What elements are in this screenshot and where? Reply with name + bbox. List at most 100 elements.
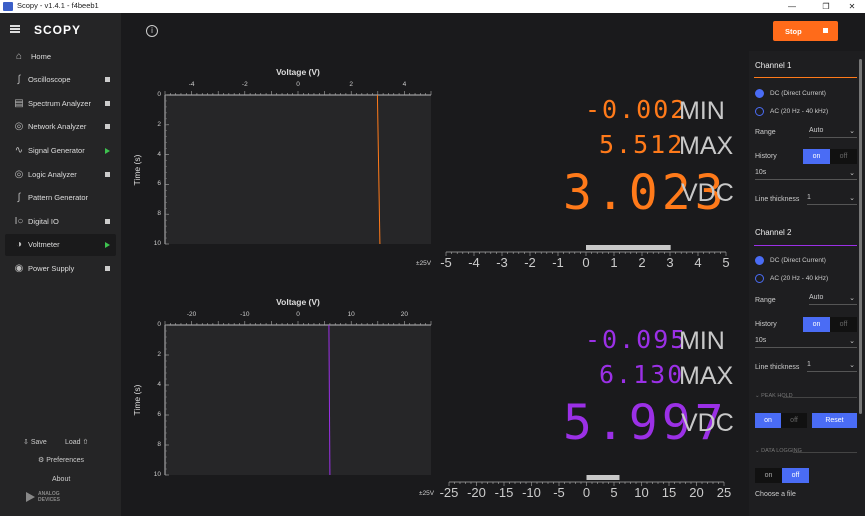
ch2-range-select[interactable]: Auto ⌄ (809, 294, 857, 305)
ch1-unit-label: VDC (681, 179, 734, 207)
ch1-history-off-toggle[interactable]: off (830, 149, 857, 164)
sidebar-item-digital-io[interactable]: I○ Digital IO (5, 211, 116, 233)
spectrum-icon: ▤ (14, 98, 24, 109)
ch2-thickness-select[interactable]: 1 ⌄ (807, 361, 857, 372)
sidebar-item-label: Signal Generator (28, 146, 85, 155)
y-tick-label: 2 (157, 120, 161, 128)
tool-top-bar: i Stop (121, 13, 865, 51)
y-tick-label: 6 (157, 180, 161, 188)
reset-button[interactable]: Reset (812, 413, 857, 428)
y-tick-label: 2 (157, 351, 161, 358)
ch2-history-select[interactable]: 10s ⌄ (755, 337, 857, 348)
save-button[interactable]: ⇩ Save (23, 438, 47, 446)
info-icon[interactable]: i (146, 25, 158, 37)
channel-2-title: Channel 2 (755, 228, 792, 237)
ch2-ac-label: AC (20 Hz - 40 kHz) (770, 275, 829, 282)
bar-tick-label: -3 (496, 255, 508, 270)
data-logging-on-toggle[interactable]: on (755, 468, 782, 483)
chevron-down-icon: ⌄ (849, 295, 855, 302)
divider (783, 397, 857, 398)
ch1-plot-area (165, 95, 431, 244)
data-logging-off-toggle[interactable]: off (782, 468, 809, 483)
ch2-y-title: Time (s) (132, 384, 142, 416)
chevron-down-icon: ⌄ (849, 338, 855, 345)
stop-button[interactable]: Stop (773, 21, 838, 41)
sidebar-item-logic-analyzer[interactable]: ◎ Logic Analyzer (5, 164, 116, 186)
ch2-history-on-toggle[interactable]: on (803, 317, 830, 332)
maximize-icon[interactable]: ❐ (812, 0, 840, 13)
bar-tick-label: 1 (610, 255, 618, 270)
x-tick-label: 20 (400, 311, 408, 318)
ch2-max-label: MAX (679, 362, 734, 390)
preferences-button[interactable]: ⚙ Preferences (38, 456, 84, 464)
sidebar-item-spectrum-analyzer[interactable]: ▤ Spectrum Analyzer (5, 93, 116, 115)
bar-tick-label: -4 (468, 255, 480, 270)
y-tick-label: 4 (157, 381, 161, 388)
sidebar-item-power-supply[interactable]: ◉ Power Supply (5, 258, 116, 280)
home-icon: ⌂ (15, 51, 23, 62)
about-button[interactable]: About (52, 476, 70, 483)
sidebar: SCOPY ⌂ Home ⇩ Save Load ⇧ ⚙ Preferences… (0, 13, 121, 516)
peak-hold-on-toggle[interactable]: on (755, 413, 781, 428)
stopped-indicator-icon (105, 124, 110, 129)
ch2-min-label: MIN (679, 327, 725, 355)
choose-file-label[interactable]: Choose a file (755, 491, 796, 498)
ch2-plot-area (165, 325, 431, 475)
sidebar-item-voltmeter[interactable]: ◑ Voltmeter (5, 234, 116, 256)
bar-tick-label: 10 (634, 485, 649, 500)
bar-tick-label: -10 (522, 485, 541, 500)
ch1-max-label: MAX (679, 132, 734, 160)
settings-panel: Channel 1 DC (Direct Current) AC (20 Hz … (749, 51, 865, 516)
app-icon (3, 2, 13, 11)
divider (793, 452, 857, 453)
ch1-y-title: Time (s) (132, 154, 142, 185)
y-tick-label: 0 (157, 91, 161, 98)
ch2-dc-label: DC (Direct Current) (770, 257, 826, 264)
x-tick-label: -10 (240, 311, 250, 318)
load-button[interactable]: Load ⇧ (65, 438, 88, 446)
ch2-dc-radio[interactable] (755, 256, 764, 265)
ch2-history-off-toggle[interactable]: off (830, 317, 857, 332)
ch1-history-select[interactable]: 10s ⌄ (755, 169, 857, 180)
bar-tick-label: 5 (610, 485, 618, 500)
stopped-indicator-icon (105, 266, 110, 271)
ch1-history-label: History (755, 153, 777, 160)
stopped-indicator-icon (105, 101, 110, 106)
y-tick-label: 10 (153, 240, 161, 247)
chevron-down-icon: ⌄ (849, 170, 855, 177)
ch2-ac-radio[interactable] (755, 274, 764, 283)
minimize-icon[interactable]: — (778, 0, 806, 13)
ch2-unit-label: VDC (681, 409, 734, 437)
y-tick-label: 8 (157, 210, 161, 218)
chevron-down-icon: ⌄ (849, 195, 855, 202)
ch1-range-select[interactable]: Auto ⌄ (809, 127, 857, 138)
sidebar-item-network-analyzer[interactable]: ◎ Network Analyzer (5, 116, 116, 138)
ch1-dc-radio[interactable] (755, 89, 764, 98)
save-icon: ⇩ (23, 439, 29, 446)
bar-tick-label: -15 (494, 485, 514, 500)
ch1-thickness-select[interactable]: 1 ⌄ (807, 194, 857, 205)
bar-tick-label: -2 (524, 255, 536, 270)
peak-hold-off-toggle[interactable]: off (781, 413, 807, 428)
settings-scrollbar[interactable] (859, 59, 862, 414)
bar-tick-label: 5 (722, 255, 730, 270)
bar-tick-label: -20 (467, 485, 486, 500)
sidebar-item-home[interactable]: ⌂ Home (5, 46, 116, 68)
ch1-history-on-toggle[interactable]: on (803, 149, 830, 164)
sidebar-item-pattern-generator[interactable]: ∫ Pattern Generator (5, 187, 116, 209)
y-tick-label: 6 (157, 411, 161, 418)
peak-hold-header[interactable]: ⌄ PEAK HOLD (755, 393, 793, 399)
x-tick-label: 0 (296, 81, 300, 88)
sidebar-item-signal-generator[interactable]: ∿ Signal Generator (5, 140, 116, 162)
stopped-indicator-icon (105, 219, 110, 224)
channel-2-underline (754, 245, 857, 246)
sidebar-item-oscilloscope[interactable]: ∫ Oscilloscope (5, 69, 116, 91)
hamburger-menu-icon[interactable] (10, 25, 20, 33)
ch1-bar-fill (586, 245, 671, 250)
close-icon[interactable]: ✕ (838, 0, 865, 13)
ch1-thickness-label: Line thickness (755, 196, 800, 203)
data-logging-header[interactable]: ⌄ DATA LOGGING (755, 448, 802, 454)
voltmeter-icon: ◑ (15, 239, 23, 250)
ch1-ac-radio[interactable] (755, 107, 764, 116)
chevron-down-icon: ⌄ (849, 128, 855, 135)
